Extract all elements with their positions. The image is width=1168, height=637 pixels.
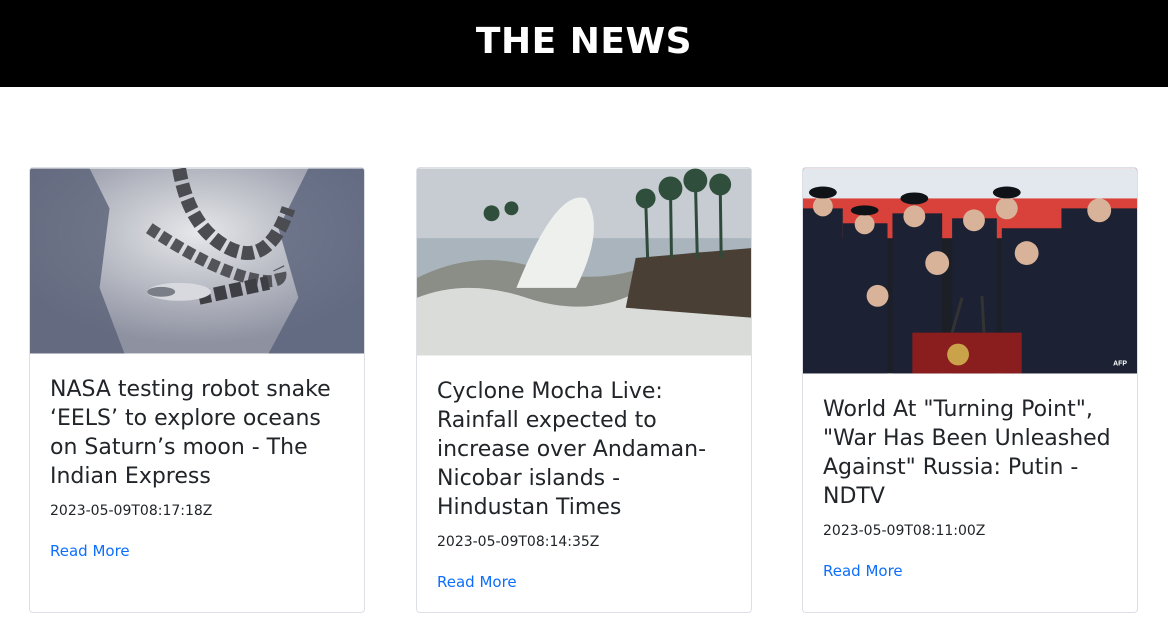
site-title: THE NEWS (475, 21, 693, 62)
robot-snake-image[interactable] (30, 168, 364, 354)
article-title: NASA testing robot snake ‘EELS’ to explo… (50, 377, 331, 489)
article-title: Cyclone Mocha Live: Rainfall expected to… (437, 379, 707, 520)
news-card: NASA testing robot snake ‘EELS’ to explo… (29, 167, 365, 613)
read-more-link[interactable]: Read More (437, 572, 517, 592)
afp-watermark: AFP (1113, 360, 1127, 367)
article-date: 2023-05-09T08:11:00Z (823, 523, 986, 539)
news-card: AFP World At "Turning Point", "War Has B… (802, 167, 1138, 613)
article-date: 2023-05-09T08:17:18Z (50, 503, 213, 519)
article-title: World At "Turning Point", "War Has Been … (823, 397, 1111, 509)
news-card: Cyclone Mocha Live: Rainfall expected to… (416, 167, 752, 613)
military-parade-image[interactable]: AFP (803, 168, 1137, 374)
site-header: THE NEWS (0, 0, 1168, 87)
storm-waves-image[interactable] (417, 168, 751, 356)
article-date: 2023-05-09T08:14:35Z (437, 534, 600, 550)
read-more-link[interactable]: Read More (50, 541, 130, 561)
read-more-link[interactable]: Read More (823, 561, 903, 581)
